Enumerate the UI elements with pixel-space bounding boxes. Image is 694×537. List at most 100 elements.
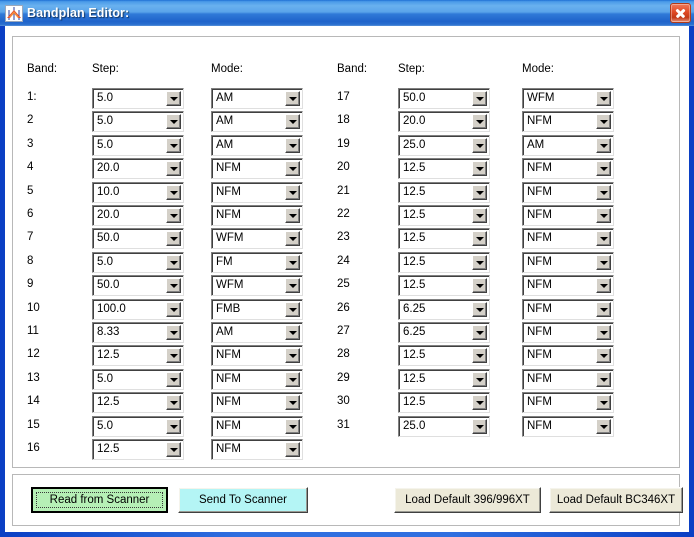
chevron-down-icon[interactable] [285, 137, 300, 153]
chevron-down-icon[interactable] [596, 418, 611, 434]
chevron-down-icon[interactable] [472, 371, 487, 387]
mode-combobox[interactable]: NFM [522, 228, 614, 250]
mode-combobox[interactable]: NFM [522, 111, 614, 133]
chevron-down-icon[interactable] [285, 161, 300, 177]
chevron-down-icon[interactable] [166, 231, 181, 247]
chevron-down-icon[interactable] [285, 208, 300, 223]
step-combobox[interactable]: 5.0 [92, 88, 184, 109]
step-combobox[interactable]: 50.0 [398, 88, 490, 109]
step-combobox[interactable]: 5.0 [92, 415, 184, 437]
send-to-scanner-button[interactable]: Send To Scanner [178, 487, 308, 513]
chevron-down-icon[interactable] [472, 348, 487, 364]
mode-combobox[interactable]: NFM [211, 392, 303, 414]
mode-combobox[interactable]: AM [211, 134, 303, 156]
chevron-down-icon[interactable] [596, 371, 611, 387]
read-from-scanner-button[interactable]: Read from Scanner [31, 487, 168, 513]
step-combobox[interactable]: 12.5 [398, 368, 490, 390]
step-combobox[interactable]: 5.0 [92, 251, 184, 273]
chevron-down-icon[interactable] [285, 301, 300, 317]
mode-combobox[interactable]: AM [211, 111, 303, 133]
mode-combobox[interactable]: NFM [211, 439, 303, 460]
mode-combobox[interactable]: NFM [211, 415, 303, 437]
chevron-down-icon[interactable] [596, 325, 611, 340]
mode-combobox[interactable]: AM [211, 322, 303, 343]
mode-combobox[interactable]: NFM [522, 415, 614, 437]
chevron-down-icon[interactable] [166, 278, 181, 294]
step-combobox[interactable]: 50.0 [92, 275, 184, 297]
chevron-down-icon[interactable] [472, 91, 487, 106]
load-default-bc346xt-button[interactable]: Load Default BC346XT [549, 487, 683, 513]
step-combobox[interactable]: 12.5 [398, 228, 490, 250]
chevron-down-icon[interactable] [166, 442, 181, 457]
chevron-down-icon[interactable] [285, 278, 300, 294]
mode-combobox[interactable]: WFM [211, 275, 303, 297]
step-combobox[interactable]: 5.0 [92, 134, 184, 156]
step-combobox[interactable]: 25.0 [398, 134, 490, 156]
mode-combobox[interactable]: NFM [211, 205, 303, 226]
chevron-down-icon[interactable] [472, 137, 487, 153]
chevron-down-icon[interactable] [596, 161, 611, 177]
mode-combobox[interactable]: FM [211, 251, 303, 273]
chevron-down-icon[interactable] [166, 301, 181, 317]
chevron-down-icon[interactable] [596, 231, 611, 247]
mode-combobox[interactable]: NFM [522, 298, 614, 320]
mode-combobox[interactable]: FMB [211, 298, 303, 320]
close-icon[interactable] [670, 3, 691, 23]
chevron-down-icon[interactable] [472, 161, 487, 177]
step-combobox[interactable]: 5.0 [92, 111, 184, 133]
chevron-down-icon[interactable] [285, 395, 300, 411]
mode-combobox[interactable]: AM [211, 88, 303, 109]
chevron-down-icon[interactable] [166, 137, 181, 153]
chevron-down-icon[interactable] [472, 301, 487, 317]
step-combobox[interactable]: 20.0 [92, 158, 184, 180]
step-combobox[interactable]: 25.0 [398, 415, 490, 437]
chevron-down-icon[interactable] [472, 208, 487, 223]
chevron-down-icon[interactable] [166, 418, 181, 434]
chevron-down-icon[interactable] [166, 161, 181, 177]
chevron-down-icon[interactable] [285, 184, 300, 200]
chevron-down-icon[interactable] [596, 208, 611, 223]
chevron-down-icon[interactable] [596, 395, 611, 411]
mode-combobox[interactable]: WFM [522, 88, 614, 109]
chevron-down-icon[interactable] [166, 184, 181, 200]
mode-combobox[interactable]: NFM [211, 345, 303, 367]
mode-combobox[interactable]: NFM [211, 368, 303, 390]
step-combobox[interactable]: 8.33 [92, 322, 184, 343]
step-combobox[interactable]: 12.5 [92, 439, 184, 460]
mode-combobox[interactable]: NFM [522, 158, 614, 180]
mode-combobox[interactable]: NFM [522, 205, 614, 226]
step-combobox[interactable]: 6.25 [398, 322, 490, 343]
step-combobox[interactable]: 12.5 [92, 345, 184, 367]
chevron-down-icon[interactable] [285, 325, 300, 340]
step-combobox[interactable]: 12.5 [398, 251, 490, 273]
chevron-down-icon[interactable] [472, 325, 487, 340]
mode-combobox[interactable]: NFM [211, 158, 303, 180]
step-combobox[interactable]: 12.5 [92, 392, 184, 414]
mode-combobox[interactable]: NFM [522, 345, 614, 367]
step-combobox[interactable]: 6.25 [398, 298, 490, 320]
chevron-down-icon[interactable] [285, 348, 300, 364]
chevron-down-icon[interactable] [285, 231, 300, 247]
step-combobox[interactable]: 12.5 [398, 392, 490, 414]
chevron-down-icon[interactable] [472, 278, 487, 294]
step-combobox[interactable]: 50.0 [92, 228, 184, 250]
chevron-down-icon[interactable] [596, 114, 611, 130]
chevron-down-icon[interactable] [166, 114, 181, 130]
load-default-396-996xt-button[interactable]: Load Default 396/996XT [394, 487, 541, 513]
mode-combobox[interactable]: NFM [522, 251, 614, 273]
chevron-down-icon[interactable] [472, 184, 487, 200]
chevron-down-icon[interactable] [596, 254, 611, 270]
chevron-down-icon[interactable] [285, 91, 300, 106]
step-combobox[interactable]: 12.5 [398, 345, 490, 367]
chevron-down-icon[interactable] [472, 395, 487, 411]
mode-combobox[interactable]: NFM [522, 322, 614, 343]
chevron-down-icon[interactable] [285, 114, 300, 130]
chevron-down-icon[interactable] [596, 278, 611, 294]
chevron-down-icon[interactable] [285, 442, 300, 457]
chevron-down-icon[interactable] [166, 325, 181, 340]
step-combobox[interactable]: 12.5 [398, 158, 490, 180]
mode-combobox[interactable]: AM [522, 134, 614, 156]
chevron-down-icon[interactable] [596, 348, 611, 364]
mode-combobox[interactable]: NFM [211, 181, 303, 203]
chevron-down-icon[interactable] [472, 254, 487, 270]
